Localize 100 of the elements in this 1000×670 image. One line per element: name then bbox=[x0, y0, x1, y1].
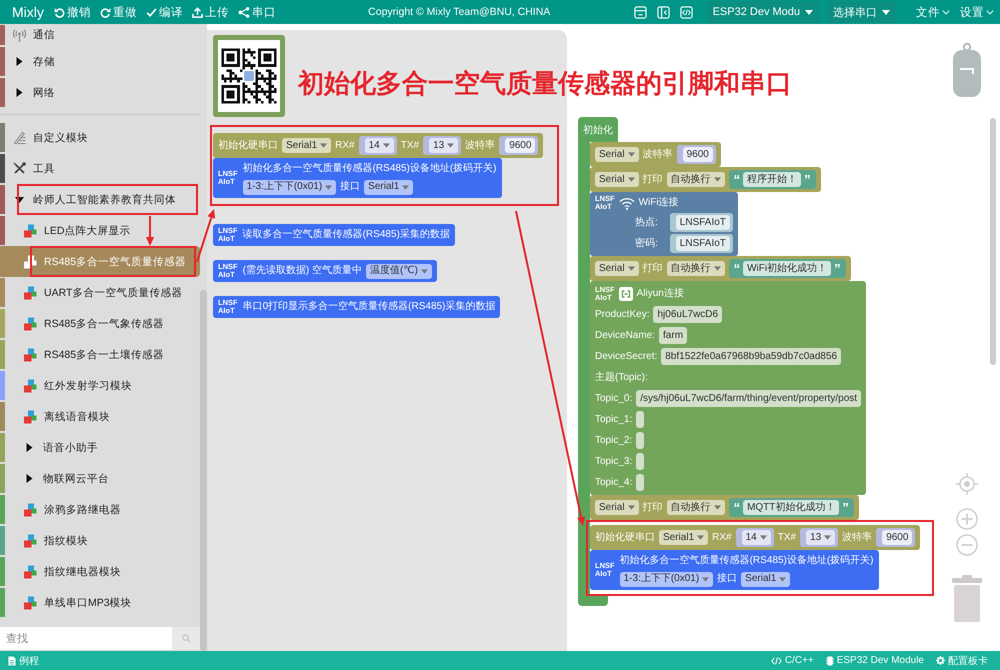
port-select[interactable]: 选择串口 bbox=[827, 1, 896, 23]
number-field[interactable]: 9600 bbox=[505, 138, 536, 153]
category-item[interactable]: 存储 bbox=[0, 46, 200, 77]
text-block[interactable]: LNSFAIoT bbox=[670, 213, 733, 232]
compile-button[interactable]: 编译 bbox=[146, 4, 183, 20]
vertical-scrollbar[interactable] bbox=[990, 118, 996, 365]
text-block[interactable]: LNSFAIoT bbox=[670, 234, 733, 253]
category-item[interactable]: 通信 bbox=[0, 24, 200, 46]
number-field[interactable]: 9600 bbox=[682, 147, 713, 162]
dropdown-field[interactable]: 13 bbox=[806, 530, 836, 545]
category-item[interactable]: 网络 bbox=[0, 77, 200, 108]
dropdown-field[interactable]: 14 bbox=[742, 530, 771, 545]
cloud-connect-block[interactable] bbox=[590, 281, 866, 495]
category-item[interactable]: 离线语音模块 bbox=[0, 401, 200, 432]
caret-icon bbox=[628, 152, 635, 157]
value-block[interactable]: 14 bbox=[358, 136, 397, 155]
dropdown-field[interactable]: 自动换行 bbox=[666, 172, 725, 187]
sidebar-scrollbar[interactable] bbox=[200, 290, 207, 651]
quote-mark: ” bbox=[842, 502, 849, 514]
text-field[interactable]: WiFi初始化成功！ bbox=[743, 261, 832, 276]
category-item[interactable]: RS485多合一土壤传感器 bbox=[0, 339, 200, 370]
serial-block[interactable]: Serial 打印 自动换行 “ MQTT初始化成功！ ” bbox=[590, 495, 859, 520]
serial-block[interactable]: Serial 打印 自动换行 “ 程序开始！ ” bbox=[590, 167, 821, 192]
dropdown-field[interactable]: Serial bbox=[595, 147, 639, 162]
qr-image-block[interactable] bbox=[213, 35, 285, 117]
category-item[interactable]: 涂鸦多路继电器 bbox=[0, 494, 200, 525]
dropdown-field[interactable]: Serial1 bbox=[659, 530, 708, 545]
text-field[interactable]: 8bf1522fe0a67968b9ba59db7c0ad856 bbox=[661, 348, 842, 365]
text-block[interactable]: “ 程序开始！ ” bbox=[728, 170, 816, 189]
dropdown-field[interactable]: 1-3:上下下(0x01) bbox=[620, 572, 714, 586]
zoom-in-icon[interactable] bbox=[956, 508, 978, 530]
redo-button[interactable]: 重做 bbox=[100, 4, 137, 20]
undo-button[interactable]: 撤销 bbox=[54, 4, 91, 20]
dropdown-field[interactable]: Serial1 bbox=[364, 180, 414, 194]
dropdown-field[interactable]: Serial1 bbox=[282, 138, 332, 153]
category-item[interactable]: UART多合一空气质量传感器 bbox=[0, 277, 200, 308]
text-field[interactable]: 程序开始！ bbox=[743, 172, 802, 187]
center-target-icon[interactable] bbox=[956, 473, 978, 495]
dropdown-field[interactable]: 自动换行 bbox=[666, 500, 725, 515]
category-item[interactable]: 岭师人工智能素养教育共同体 bbox=[0, 184, 200, 215]
text-field[interactable]: hj06uL7wcD6 bbox=[653, 306, 722, 323]
text-field[interactable] bbox=[636, 432, 644, 449]
category-item[interactable]: 自定义模块 bbox=[0, 122, 200, 153]
menu-button[interactable]: 设置 bbox=[960, 4, 994, 20]
category-item[interactable]: 单线串口MP3模块 bbox=[0, 587, 200, 618]
search-button[interactable] bbox=[172, 627, 200, 650]
category-item[interactable]: 工具 bbox=[0, 153, 200, 184]
text-field[interactable]: MQTT初始化成功！ bbox=[743, 500, 840, 515]
value-block[interactable]: 13 bbox=[800, 528, 838, 547]
backpack-icon[interactable] bbox=[950, 42, 982, 98]
category-item[interactable]: 语音小助手 bbox=[0, 432, 200, 463]
category-item[interactable]: 指纹继电器模块 bbox=[0, 556, 200, 587]
dropdown-field[interactable]: 14 bbox=[364, 138, 394, 153]
value-block[interactable]: 13 bbox=[423, 136, 462, 155]
serial-block[interactable]: 初始化硬串口 Serial1 RX# 14 TX# 13 波特率 9600 bbox=[590, 525, 920, 550]
category-item[interactable]: RS485多合一气象传感器 bbox=[0, 308, 200, 339]
text-block[interactable]: “ MQTT初始化成功！ ” bbox=[728, 498, 854, 517]
dropdown-field[interactable]: Serial1 bbox=[741, 572, 790, 586]
text-field[interactable]: LNSFAIoT bbox=[676, 236, 730, 251]
caret-icon bbox=[805, 10, 814, 14]
text-field[interactable] bbox=[636, 474, 644, 491]
menu-button[interactable]: 文件 bbox=[916, 4, 950, 20]
search-field[interactable]: 查找 bbox=[0, 627, 172, 650]
dropdown-field[interactable]: Serial bbox=[595, 261, 639, 276]
upload-button[interactable]: 上传 bbox=[192, 4, 229, 20]
sidebar-panel-icon[interactable] bbox=[656, 6, 670, 18]
serial-block[interactable]: Serial 波特率 9600 bbox=[590, 142, 721, 167]
dropdown-field[interactable]: 自动换行 bbox=[666, 261, 725, 276]
dropdown-field[interactable]: Serial bbox=[595, 500, 639, 515]
board-select[interactable]: ESP32 Dev Modu bbox=[706, 1, 820, 23]
value-block[interactable]: 9600 bbox=[676, 145, 716, 164]
text-field[interactable] bbox=[636, 411, 644, 428]
value-block[interactable]: 9600 bbox=[876, 528, 916, 547]
dropdown-field[interactable]: 13 bbox=[429, 138, 458, 153]
serial-block[interactable]: Serial 打印 自动换行 “ WiFi初始化成功！ ” bbox=[590, 256, 851, 281]
block-label: Topic_3: bbox=[595, 454, 632, 468]
block-label: 主题(Topic): bbox=[595, 370, 648, 384]
dropdown-field[interactable]: Serial bbox=[595, 172, 639, 187]
dropdown-field[interactable]: 温度值(℃) bbox=[366, 264, 432, 278]
text-block[interactable]: “ WiFi初始化成功！ ” bbox=[728, 259, 846, 278]
window-icon[interactable] bbox=[634, 6, 647, 18]
category-item[interactable]: 指纹模块 bbox=[0, 525, 200, 556]
serial-block[interactable]: 初始化硬串口 Serial1 RX# 14 TX# 13 波特率 9600 bbox=[213, 133, 544, 158]
text-field[interactable]: LNSFAIoT bbox=[676, 215, 730, 230]
dropdown-field[interactable]: 1-3:上下下(0x01) bbox=[242, 180, 336, 194]
value-block[interactable]: 14 bbox=[736, 528, 774, 547]
trash-icon[interactable] bbox=[950, 575, 982, 622]
text-field[interactable] bbox=[636, 453, 644, 470]
code-view-icon[interactable] bbox=[680, 6, 693, 18]
serial-monitor-button[interactable]: 串口 bbox=[238, 4, 276, 20]
zoom-out-icon[interactable] bbox=[956, 534, 978, 556]
number-field[interactable]: 9600 bbox=[882, 530, 912, 545]
block-label: 串口0打印显示多合一空气质量传感器(RS485)采集的数据 bbox=[242, 300, 496, 314]
value-block[interactable]: 9600 bbox=[499, 136, 538, 155]
block-label: 波特率 bbox=[842, 530, 872, 544]
category-item[interactable]: 红外发射学习模块 bbox=[0, 370, 200, 401]
text-field[interactable]: farm bbox=[659, 327, 688, 344]
category-item[interactable]: 物联网云平台 bbox=[0, 463, 200, 494]
text-field[interactable]: /sys/hj06uL7wcD6/farm/thing/event/property/post bbox=[636, 390, 862, 407]
category-item[interactable]: LED点阵大屏显示 bbox=[0, 215, 200, 246]
